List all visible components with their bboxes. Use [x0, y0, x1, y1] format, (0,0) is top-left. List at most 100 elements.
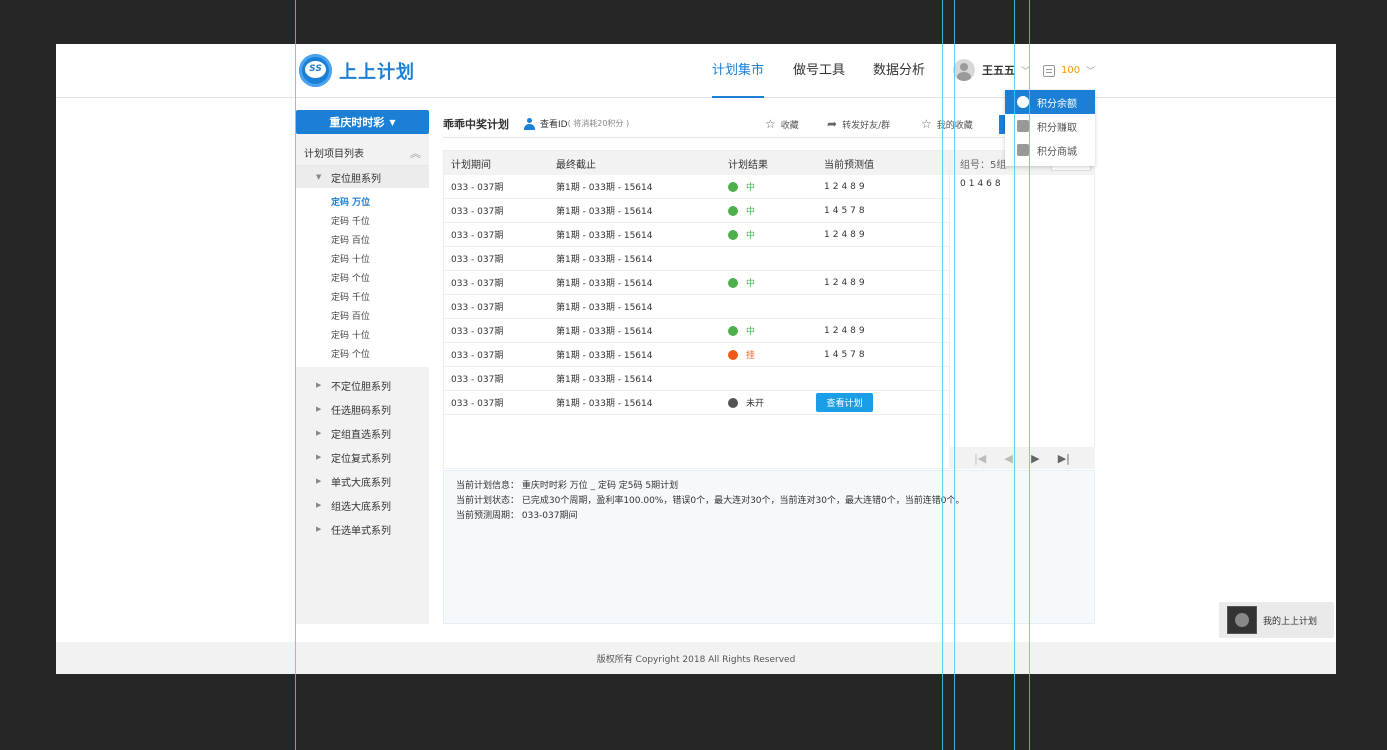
my-plan-label: 我的上上计划 — [1263, 616, 1318, 627]
menu-item-earn-points[interactable]: 积分赚取 — [1005, 114, 1095, 138]
status-dot — [728, 349, 738, 360]
sidebar-sub-item[interactable]: 定码 个位 — [296, 268, 429, 287]
cell-period: 033 - 037期 — [451, 327, 504, 337]
menu-item-points-shop[interactable]: 积分商城 — [1005, 138, 1095, 162]
sidebar: 重庆时时彩 ▼ 计划项目列表 ︽ ▼ 定位胆系列 定码 万位 定码 千位 定码 百位… — [296, 110, 429, 624]
sidebar-category-list: ▶ 不定位胆系列 ▶ 任选胆码系列 ▶ 定组直选系列 ▶ 定位复式系列 ▶ 单式大底系列 ▶ 组选大底… — [296, 367, 429, 541]
points-menu[interactable]: 100 ﹀ — [1043, 64, 1095, 77]
sidebar-sub-item[interactable]: 定码 千位 — [296, 287, 429, 306]
cell-period: 033 - 037期 — [451, 231, 504, 241]
sidebar-category[interactable]: ▶ 定组直选系列 — [296, 421, 429, 445]
prev-page-icon[interactable]: ◀ — [1004, 452, 1012, 465]
first-page-icon[interactable]: |◀ — [974, 452, 986, 465]
table-row: 033 - 037期 第1期 - 033期 - 15614 中 12489 — [444, 223, 949, 247]
sidebar-category[interactable]: ▶ 组选大底系列 — [296, 493, 429, 517]
cell-deadline: 第1期 - 033期 - 15614 — [556, 327, 653, 337]
last-page-icon[interactable]: ▶| — [1058, 452, 1070, 465]
logo-text: 上上计划 — [339, 61, 415, 83]
table-row: 033 - 037期 第1期 - 033期 - 15614 中 12489 — [444, 319, 949, 343]
header: SS 上上计划 计划集市 做号工具 数据分析 王五五 ﹀ 100 ﹀ — [56, 44, 1336, 98]
sidebar-group-open[interactable]: ▼ 定位胆系列 — [296, 166, 429, 188]
sidebar-sub-item[interactable]: 定码 个位 — [296, 344, 429, 363]
triangle-right-icon: ▶ — [316, 381, 322, 389]
cell-prediction: 12489 — [824, 181, 868, 192]
cell-prediction: 12489 — [824, 277, 868, 288]
cell-period: 033 - 037期 — [451, 183, 504, 193]
chevron-down-icon: ﹀ — [1086, 67, 1096, 77]
cell-result: 中 — [728, 276, 824, 289]
sidebar-category-label: 任选单式系列 — [331, 525, 391, 537]
status-dot — [728, 325, 738, 336]
nav-analysis[interactable]: 数据分析 — [873, 44, 925, 98]
sidebar-sub-item[interactable]: 定码 百位 — [296, 230, 429, 249]
sidebar-category-label: 不定位胆系列 — [331, 381, 391, 393]
sidebar-category[interactable]: ▶ 任选单式系列 — [296, 517, 429, 541]
status-dot — [728, 397, 738, 408]
guide-line — [1014, 0, 1015, 750]
table-row: 033 - 037期 第1期 - 033期 - 15614 未开 查看计划 — [444, 391, 949, 415]
cell-prediction: 14578 — [824, 205, 868, 216]
collapse-icon[interactable]: ︽ — [410, 145, 421, 161]
plan-list-header: 计划项目列表 ︽ — [296, 140, 429, 166]
status-dot — [728, 229, 738, 240]
share-label: 转发好友/群 — [842, 120, 891, 131]
plan-period-line: 当前预测周期： 033-037期间 — [456, 511, 578, 521]
cell-deadline: 第1期 - 033期 - 15614 — [556, 183, 653, 193]
cell-period: 033 - 037期 — [451, 279, 504, 289]
menu-item-label: 积分商城 — [1037, 146, 1077, 158]
cell-deadline: 第1期 - 033期 - 15614 — [556, 399, 653, 409]
view-id-link[interactable]: 查看ID ( 将消耗20积分 ) — [524, 117, 629, 130]
cell-prediction: 14578 — [824, 349, 868, 360]
sidebar-sub-item[interactable]: 定码 千位 — [296, 211, 429, 230]
cell-deadline: 第1期 - 033期 - 15614 — [556, 351, 653, 361]
my-favorites-button[interactable]: ☆ 我的收藏 — [921, 110, 973, 138]
next-page-icon[interactable]: ▶ — [1031, 452, 1039, 465]
view-id-note: ( 将消耗20积分 ) — [567, 119, 630, 128]
guide-line — [295, 0, 296, 750]
sidebar-sub-item[interactable]: 定码 十位 — [296, 325, 429, 344]
sidebar-category[interactable]: ▶ 任选胆码系列 — [296, 397, 429, 421]
cell-result: 挂 — [728, 348, 824, 361]
my-plan-widget[interactable]: 我的上上计划 — [1219, 602, 1334, 638]
view-id-label: 查看ID — [540, 120, 568, 130]
view-plan-button[interactable]: 查看计划 — [816, 393, 873, 412]
cell-period: 033 - 037期 — [451, 303, 504, 313]
result-text: 中 — [746, 183, 756, 193]
cell-prediction: 12489 — [824, 229, 868, 240]
sidebar-category[interactable]: ▶ 单式大底系列 — [296, 469, 429, 493]
cell-result: 中 — [728, 324, 824, 337]
sidebar-sub-item[interactable]: 定码 十位 — [296, 249, 429, 268]
nav-plan-market[interactable]: 计划集市 — [712, 44, 765, 98]
menu-item-label: 积分赚取 — [1037, 122, 1077, 134]
shop-icon — [1017, 144, 1029, 156]
share-button[interactable]: ➦ 转发好友/群 — [827, 110, 890, 138]
cell-deadline: 第1期 - 033期 - 15614 — [556, 375, 653, 385]
cell-deadline: 第1期 - 033期 - 15614 — [556, 255, 653, 265]
result-text: 中 — [746, 207, 756, 217]
user-menu[interactable]: 王五五 ﹀ — [953, 59, 1030, 81]
logo[interactable]: SS 上上计划 — [299, 54, 415, 87]
username: 王五五 — [982, 64, 1015, 77]
sidebar-sub-item[interactable]: 定码 万位 — [296, 192, 429, 211]
nav-tools[interactable]: 做号工具 — [793, 44, 845, 98]
sidebar-category-label: 任选胆码系列 — [331, 405, 391, 417]
group-panel: 组号：5组 01468 — [949, 151, 1095, 447]
favorite-button[interactable]: ☆ 收藏 — [765, 110, 799, 138]
plan-toolbar: 乖乖中奖计划 查看ID ( 将消耗20积分 ) ☆ 收藏 ➦ 转发好友/群 ☆ … — [443, 110, 1095, 138]
cell-period: 033 - 037期 — [451, 351, 504, 361]
guide-line — [954, 0, 955, 750]
cell-period: 033 - 037期 — [451, 207, 504, 217]
footer: 版权所有 Copyright 2018 All Rights Reserved — [56, 642, 1336, 674]
sidebar-sub-item[interactable]: 定码 百位 — [296, 306, 429, 325]
result-text: 中 — [746, 231, 756, 241]
lottery-select[interactable]: 重庆时时彩 ▼ — [296, 110, 429, 134]
menu-item-points-balance[interactable]: 积分余额 — [1005, 90, 1095, 114]
triangle-right-icon: ▶ — [316, 405, 322, 413]
piggy-bank-icon — [1017, 120, 1029, 132]
pagination: |◀ ◀ ▶ ▶| — [949, 447, 1095, 469]
sidebar-category[interactable]: ▶ 定位复式系列 — [296, 445, 429, 469]
sidebar-category[interactable]: ▶ 不定位胆系列 — [296, 373, 429, 397]
logo-mark: SS — [305, 61, 326, 78]
status-dot — [728, 205, 738, 216]
cell-result: 中 — [728, 228, 824, 241]
